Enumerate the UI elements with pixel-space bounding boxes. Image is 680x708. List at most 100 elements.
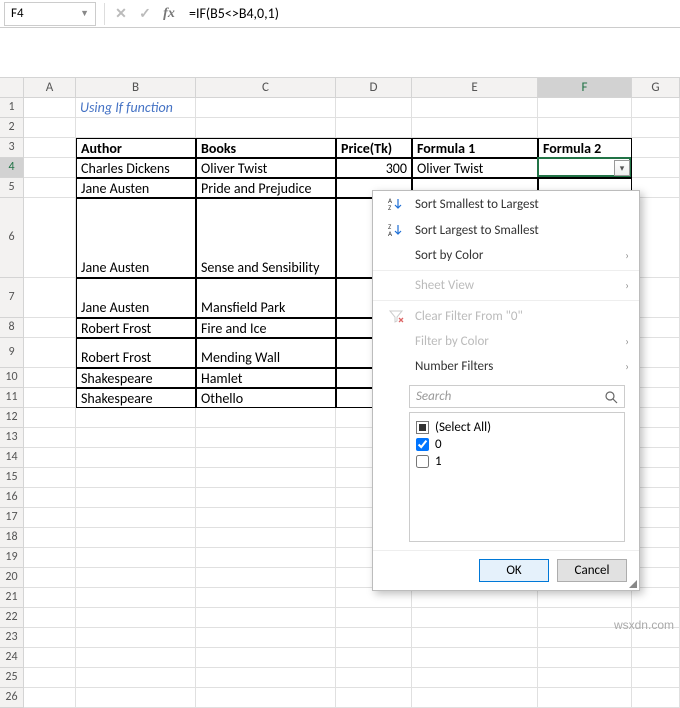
cell-A25[interactable] [24,668,76,688]
cell-B16[interactable] [76,488,196,508]
cell-C4[interactable]: Oliver Twist [196,158,336,178]
cell-B11[interactable]: Shakespeare [76,388,196,408]
col-header-B[interactable]: B [76,78,196,97]
cell-B22[interactable] [76,608,196,628]
cell-A24[interactable] [24,648,76,668]
row-header-4[interactable]: 4 [0,158,24,178]
row-header-1[interactable]: 1 [0,98,24,118]
cell-E3[interactable]: Formula 1 [412,138,538,158]
cell-B17[interactable] [76,508,196,528]
cell-A14[interactable] [24,448,76,468]
cell-E1[interactable] [412,98,538,118]
cell-B8[interactable]: Robert Frost [76,318,196,338]
cell-A6[interactable] [24,198,76,278]
cell-C20[interactable] [196,568,336,588]
cell-A19[interactable] [24,548,76,568]
cell-G1[interactable] [632,98,680,118]
cell-G2[interactable] [632,118,680,138]
cell-E23[interactable] [412,628,538,648]
row-header-24[interactable]: 24 [0,648,24,668]
row-header-14[interactable]: 14 [0,448,24,468]
cell-A16[interactable] [24,488,76,508]
col-header-E[interactable]: E [412,78,538,97]
row-header-21[interactable]: 21 [0,588,24,608]
filter-search-input[interactable]: Search [409,385,625,408]
cell-E24[interactable] [412,648,538,668]
checkbox[interactable] [416,455,429,468]
cell-A17[interactable] [24,508,76,528]
cell-C3[interactable]: Books [196,138,336,158]
cell-F25[interactable] [538,668,632,688]
cell-D2[interactable] [336,118,412,138]
cell-A10[interactable] [24,368,76,388]
cell-C22[interactable] [196,608,336,628]
cell-F1[interactable] [538,98,632,118]
cell-B19[interactable] [76,548,196,568]
cell-A8[interactable] [24,318,76,338]
cell-C26[interactable] [196,688,336,708]
cell-F2[interactable] [538,118,632,138]
cell-D23[interactable] [336,628,412,648]
row-header-2[interactable]: 2 [0,118,24,138]
ok-button[interactable]: OK [479,559,549,582]
cell-C5[interactable]: Pride and Prejudice [196,178,336,198]
filter-value-1[interactable]: 1 [416,453,618,470]
cell-C10[interactable]: Hamlet [196,368,336,388]
filter-dropdown-button[interactable] [614,160,630,176]
cell-G4[interactable] [632,158,680,178]
col-header-G[interactable]: G [632,78,680,97]
cell-D1[interactable] [336,98,412,118]
cell-E4[interactable]: Oliver Twist [412,158,538,178]
cell-A1[interactable] [24,98,76,118]
cell-B14[interactable] [76,448,196,468]
row-header-13[interactable]: 13 [0,428,24,448]
cancel-button[interactable]: Cancel [557,559,627,582]
cell-A13[interactable] [24,428,76,448]
cell-G25[interactable] [632,668,680,688]
cell-B6[interactable]: Jane Austen [76,198,196,278]
row-header-10[interactable]: 10 [0,368,24,388]
row-header-25[interactable]: 25 [0,668,24,688]
sort-color-item[interactable]: Sort by Color › [373,243,639,268]
formula-input[interactable]: =IF(B5<>B4,0,1) [181,3,680,24]
cell-B4[interactable]: Charles Dickens [76,158,196,178]
cell-C1[interactable] [196,98,336,118]
cell-B3[interactable]: Author [76,138,196,158]
cell-B1[interactable]: Using If function [76,98,196,118]
row-header-11[interactable]: 11 [0,388,24,408]
cell-D25[interactable] [336,668,412,688]
cell-C23[interactable] [196,628,336,648]
cell-C18[interactable] [196,528,336,548]
row-header-26[interactable]: 26 [0,688,24,708]
cell-B23[interactable] [76,628,196,648]
cell-C9[interactable]: Mending Wall [196,338,336,368]
cell-C21[interactable] [196,588,336,608]
sort-asc-item[interactable]: AZ Sort Smallest to Largest [373,191,639,217]
cell-B18[interactable] [76,528,196,548]
cell-A5[interactable] [24,178,76,198]
cell-C14[interactable] [196,448,336,468]
cell-A12[interactable] [24,408,76,428]
cell-A20[interactable] [24,568,76,588]
cell-B13[interactable] [76,428,196,448]
fx-icon[interactable]: fx [157,2,181,26]
cell-F26[interactable] [538,688,632,708]
cell-A11[interactable] [24,388,76,408]
cell-C6[interactable]: Sense and Sensibility [196,198,336,278]
cell-B5[interactable]: Jane Austen [76,178,196,198]
cell-F21[interactable] [538,588,632,608]
cell-E26[interactable] [412,688,538,708]
sort-desc-item[interactable]: ZA Sort Largest to Smallest [373,217,639,243]
cell-B2[interactable] [76,118,196,138]
cell-C12[interactable] [196,408,336,428]
select-all-corner[interactable] [0,78,24,97]
cell-D22[interactable] [336,608,412,628]
cell-C25[interactable] [196,668,336,688]
cell-A23[interactable] [24,628,76,648]
row-header-15[interactable]: 15 [0,468,24,488]
row-header-18[interactable]: 18 [0,528,24,548]
cell-C2[interactable] [196,118,336,138]
cell-A26[interactable] [24,688,76,708]
row-header-22[interactable]: 22 [0,608,24,628]
cell-C11[interactable]: Othello [196,388,336,408]
